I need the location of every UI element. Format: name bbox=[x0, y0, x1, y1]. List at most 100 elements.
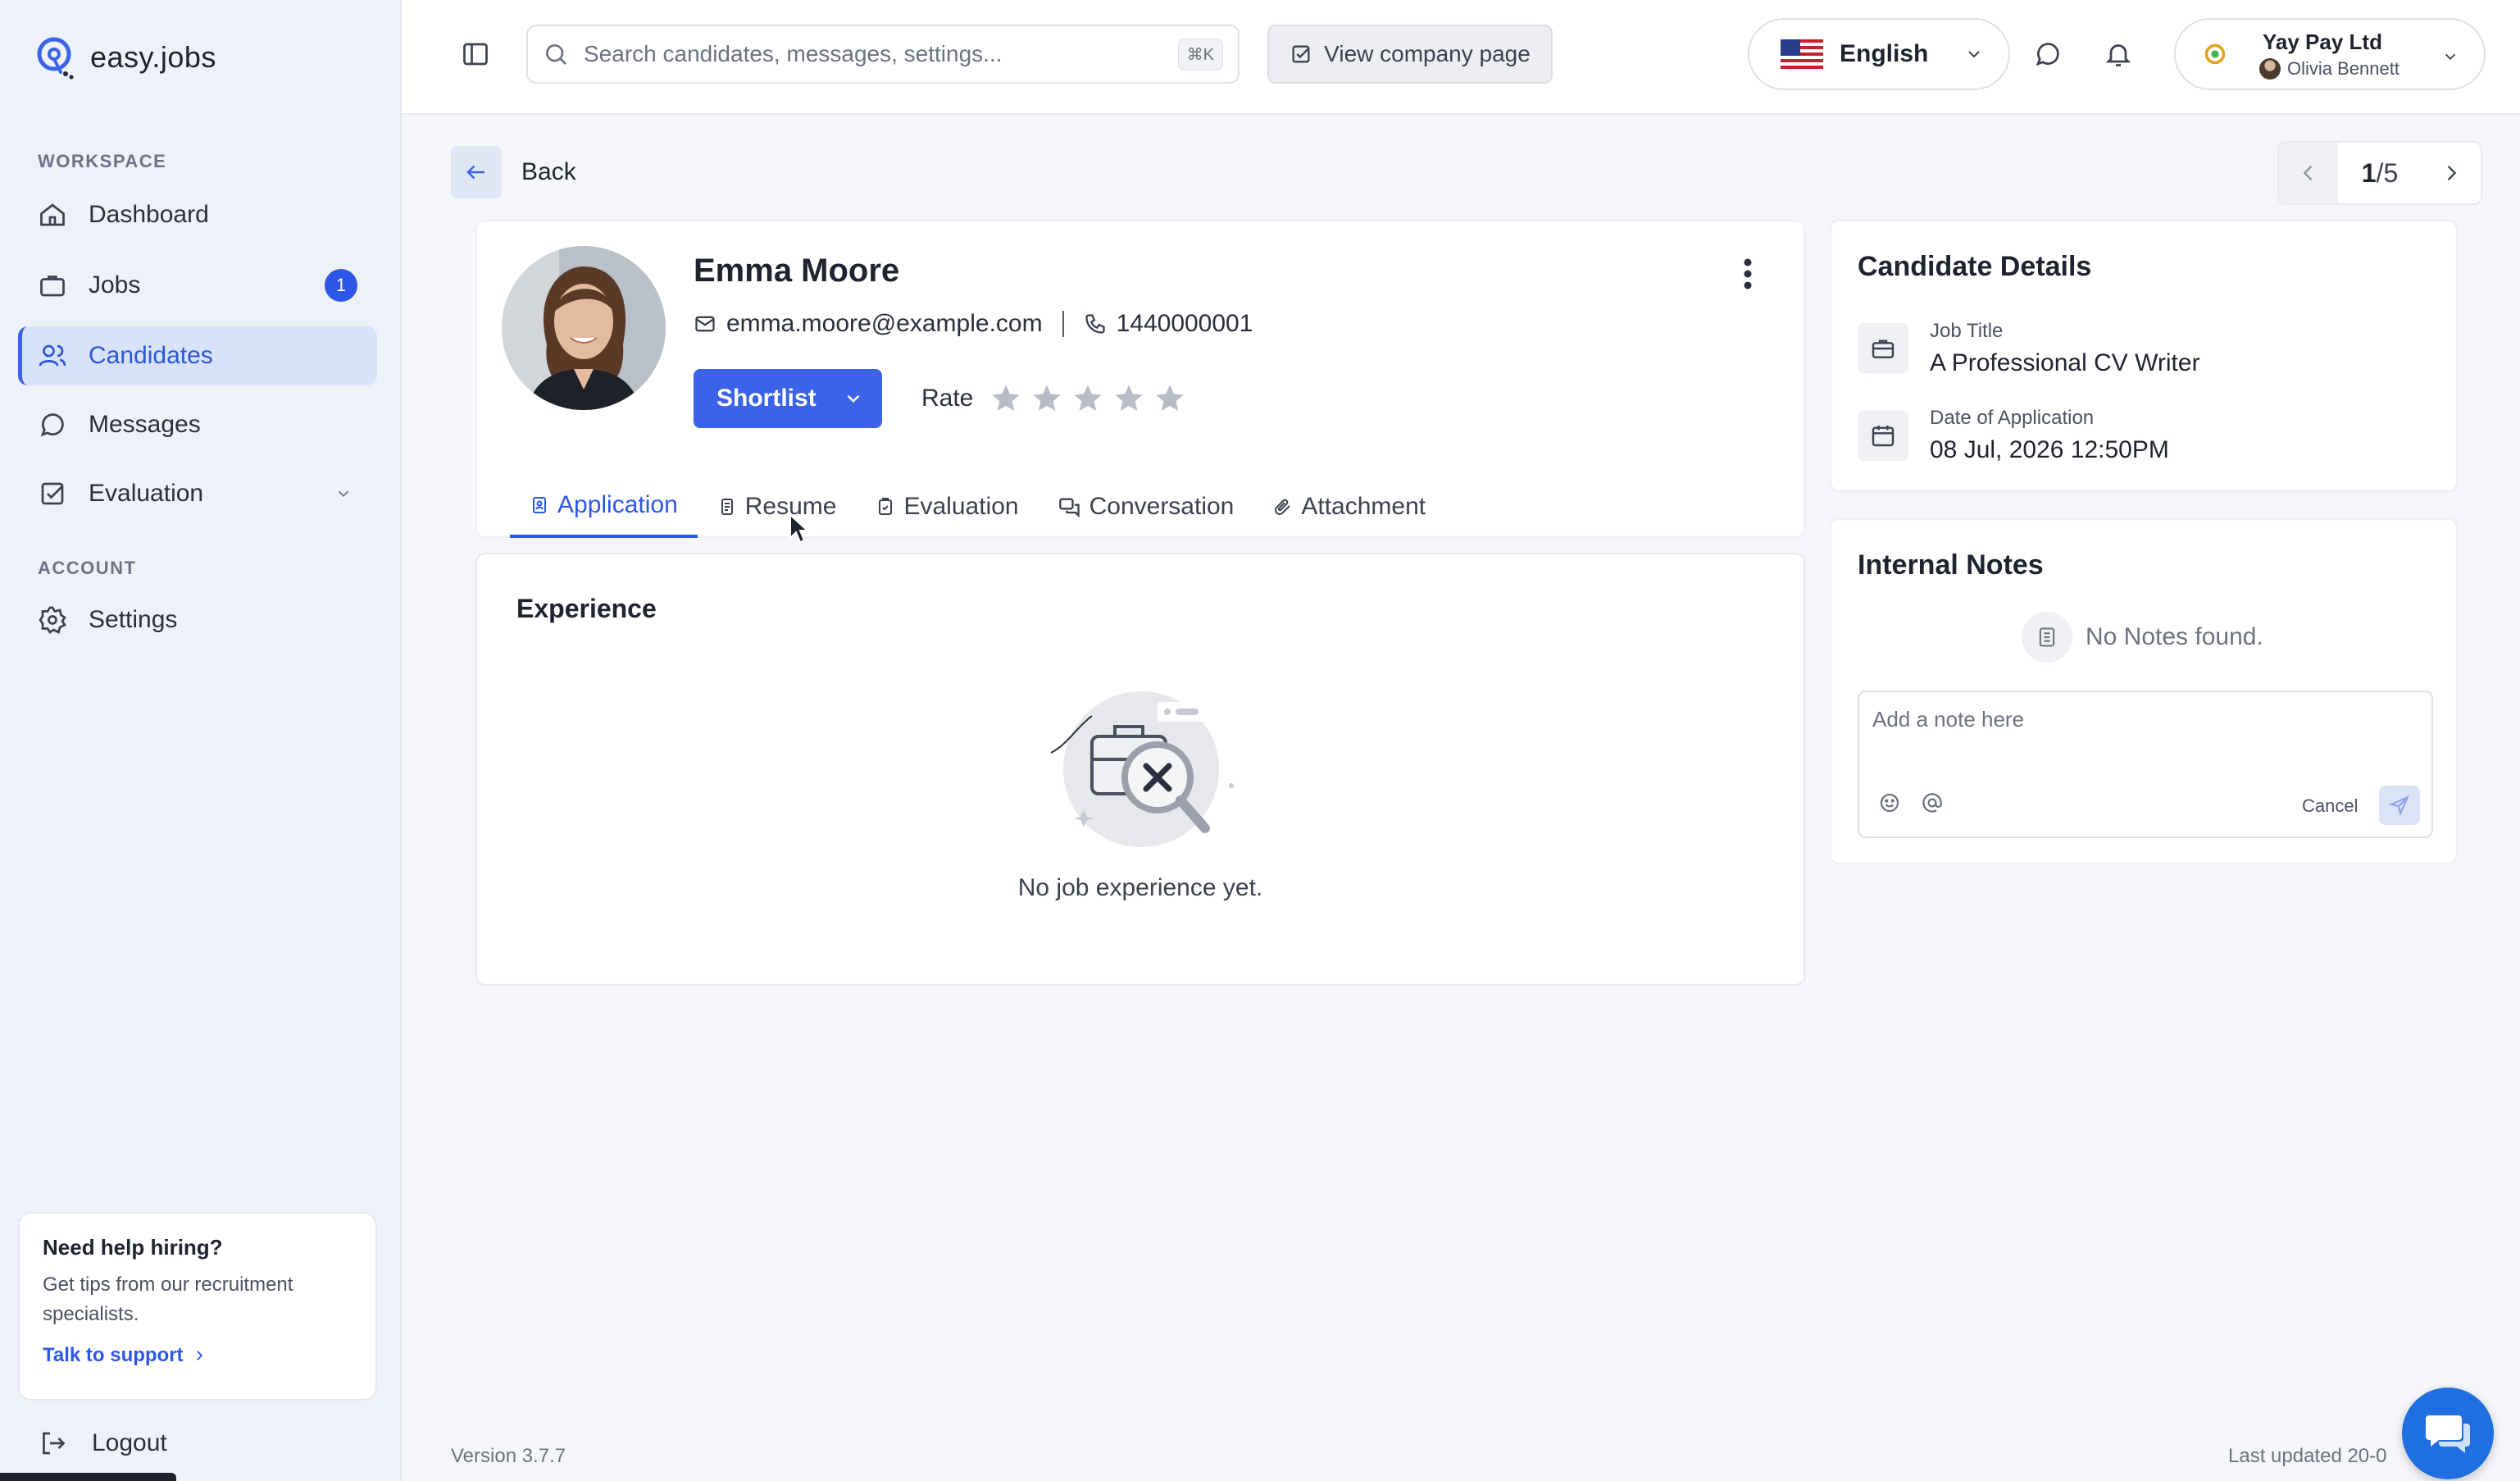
pipeline-status-label: Shortlist bbox=[716, 385, 816, 412]
contact-divider bbox=[1062, 311, 1064, 337]
users-icon bbox=[39, 344, 66, 367]
tab-application[interactable]: Application bbox=[510, 476, 698, 538]
application-date-value: 08 Jul, 2026 12:50PM bbox=[1930, 436, 2169, 463]
sidebar-item-label: Jobs bbox=[89, 271, 141, 298]
app-logo[interactable]: easy.jobs bbox=[33, 33, 216, 82]
sidebar-item-label: Dashboard bbox=[89, 201, 209, 228]
note-document-icon bbox=[2039, 627, 2055, 647]
briefcase-icon bbox=[1872, 339, 1895, 358]
resume-icon bbox=[721, 499, 733, 515]
sidebar-item-jobs[interactable]: Jobs 1 bbox=[18, 256, 377, 315]
account-menu[interactable]: Yay Pay Ltd Olivia Bennett bbox=[2174, 18, 2486, 90]
company-logo-icon bbox=[2204, 43, 2226, 65]
easyjobs-logo-icon bbox=[37, 37, 74, 80]
rating-control: Rate bbox=[921, 382, 1186, 415]
sidebar-item-settings[interactable]: Settings bbox=[18, 590, 377, 649]
chevron-down-icon bbox=[1968, 51, 1981, 58]
us-flag-icon bbox=[1781, 39, 1823, 69]
document-icon bbox=[533, 497, 546, 513]
language-selector[interactable]: English bbox=[1748, 18, 2010, 90]
search-shortcut-hint: ⌘K bbox=[1177, 38, 1223, 71]
view-company-page-label: View company page bbox=[1324, 41, 1531, 66]
job-title-icon-box bbox=[1858, 323, 1908, 374]
tab-attachment[interactable]: Attachment bbox=[1253, 476, 1445, 538]
phone-icon bbox=[1085, 314, 1105, 334]
conversation-icon bbox=[1058, 498, 1080, 518]
mention-icon[interactable] bbox=[1920, 791, 1945, 815]
application-date-row: Date of Application 08 Jul, 2026 12:50PM bbox=[1858, 407, 2169, 464]
more-options-button[interactable] bbox=[1743, 257, 1753, 290]
star-icon[interactable] bbox=[1030, 382, 1063, 415]
talk-to-support-label: Talk to support bbox=[43, 1344, 184, 1366]
note-cancel-button[interactable]: Cancel bbox=[2302, 795, 2358, 817]
internal-notes-card: Internal Notes No Notes found. Cancel bbox=[1830, 518, 2458, 864]
send-icon bbox=[2389, 795, 2409, 816]
note-send-button[interactable] bbox=[2379, 786, 2420, 825]
mail-icon bbox=[695, 316, 715, 332]
star-icon[interactable] bbox=[1112, 382, 1145, 415]
live-chat-button[interactable] bbox=[2402, 1388, 2494, 1479]
logout-label: Logout bbox=[92, 1429, 167, 1456]
kebab-menu-icon bbox=[1744, 258, 1752, 289]
gear-icon bbox=[39, 606, 66, 634]
back-button[interactable]: Back bbox=[451, 146, 576, 198]
search-box[interactable]: ⌘K bbox=[526, 25, 1240, 84]
view-company-page-button[interactable]: View company page bbox=[1267, 25, 1553, 84]
sidebar-item-dashboard[interactable]: Dashboard bbox=[18, 185, 377, 244]
tab-resume[interactable]: Resume bbox=[698, 476, 857, 538]
star-icon[interactable] bbox=[989, 382, 1022, 415]
message-bubble-icon bbox=[2036, 43, 2059, 66]
candidate-pager: 1/5 bbox=[2277, 141, 2482, 205]
clipboard-icon bbox=[879, 498, 893, 515]
sidebar-item-evaluation[interactable]: Evaluation bbox=[18, 464, 377, 523]
app-version: Version 3.7.7 bbox=[451, 1445, 566, 1467]
experience-empty-text: No job experience yet. bbox=[1017, 874, 1263, 901]
chevron-right-icon bbox=[196, 1351, 202, 1360]
candidate-name: Emma Moore bbox=[694, 253, 900, 289]
emoji-icon[interactable] bbox=[1877, 791, 1902, 815]
star-icon[interactable] bbox=[1071, 382, 1104, 415]
job-title-label: Job Title bbox=[1930, 320, 2004, 342]
messages-button[interactable] bbox=[2033, 39, 2063, 69]
talk-to-support-link[interactable]: Talk to support bbox=[43, 1344, 353, 1367]
tab-label: Evaluation bbox=[903, 493, 1019, 520]
candidate-email[interactable]: emma.moore@example.com bbox=[726, 310, 1043, 338]
candidate-portrait-image bbox=[502, 246, 666, 410]
paperclip-icon bbox=[1275, 499, 1291, 515]
logout-button[interactable]: Logout bbox=[38, 1429, 167, 1458]
candidate-phone[interactable]: 1440000001 bbox=[1117, 310, 1253, 338]
sidebar-toggle-button[interactable] bbox=[461, 39, 490, 69]
notes-icon-box bbox=[2022, 612, 2072, 663]
sidebar-item-label: Settings bbox=[89, 606, 178, 633]
note-input[interactable] bbox=[1872, 707, 2413, 756]
sidebar-item-label: Messages bbox=[89, 411, 201, 438]
tab-conversation[interactable]: Conversation bbox=[1039, 476, 1254, 538]
candidate-photo bbox=[502, 246, 666, 410]
sidebar-item-candidates[interactable]: Candidates bbox=[18, 326, 377, 385]
account-section-label: ACCOUNT bbox=[38, 558, 137, 578]
pager-current: 1 bbox=[2361, 157, 2377, 188]
previous-candidate-button[interactable] bbox=[2279, 143, 2338, 203]
experience-title: Experience bbox=[516, 594, 657, 623]
chat-icon bbox=[40, 413, 64, 437]
help-card: Need help hiring? Get tips from our recr… bbox=[18, 1212, 377, 1401]
search-input[interactable] bbox=[584, 41, 1163, 67]
briefcase-icon bbox=[40, 276, 65, 297]
logout-icon bbox=[43, 1432, 66, 1455]
next-candidate-button[interactable] bbox=[2422, 143, 2481, 203]
home-icon bbox=[40, 203, 65, 226]
star-icon[interactable] bbox=[1153, 382, 1186, 415]
notifications-button[interactable] bbox=[2104, 39, 2133, 69]
pager-position: 1/5 bbox=[2362, 158, 2398, 189]
pipeline-status-dropdown[interactable]: Shortlist bbox=[694, 369, 882, 428]
language-label: English bbox=[1840, 40, 1929, 67]
chevron-down-icon bbox=[2445, 53, 2456, 61]
workspace-section-label: WORKSPACE bbox=[38, 151, 167, 171]
mouse-cursor-icon bbox=[789, 513, 810, 544]
calendar-icon bbox=[1872, 426, 1895, 447]
candidate-contact: emma.moore@example.com 1440000001 bbox=[694, 310, 1253, 338]
tab-evaluation[interactable]: Evaluation bbox=[856, 476, 1038, 538]
sidebar-item-messages[interactable]: Messages bbox=[18, 395, 377, 454]
tab-label: Attachment bbox=[1301, 493, 1426, 520]
job-title-value: A Professional CV Writer bbox=[1930, 349, 2200, 376]
